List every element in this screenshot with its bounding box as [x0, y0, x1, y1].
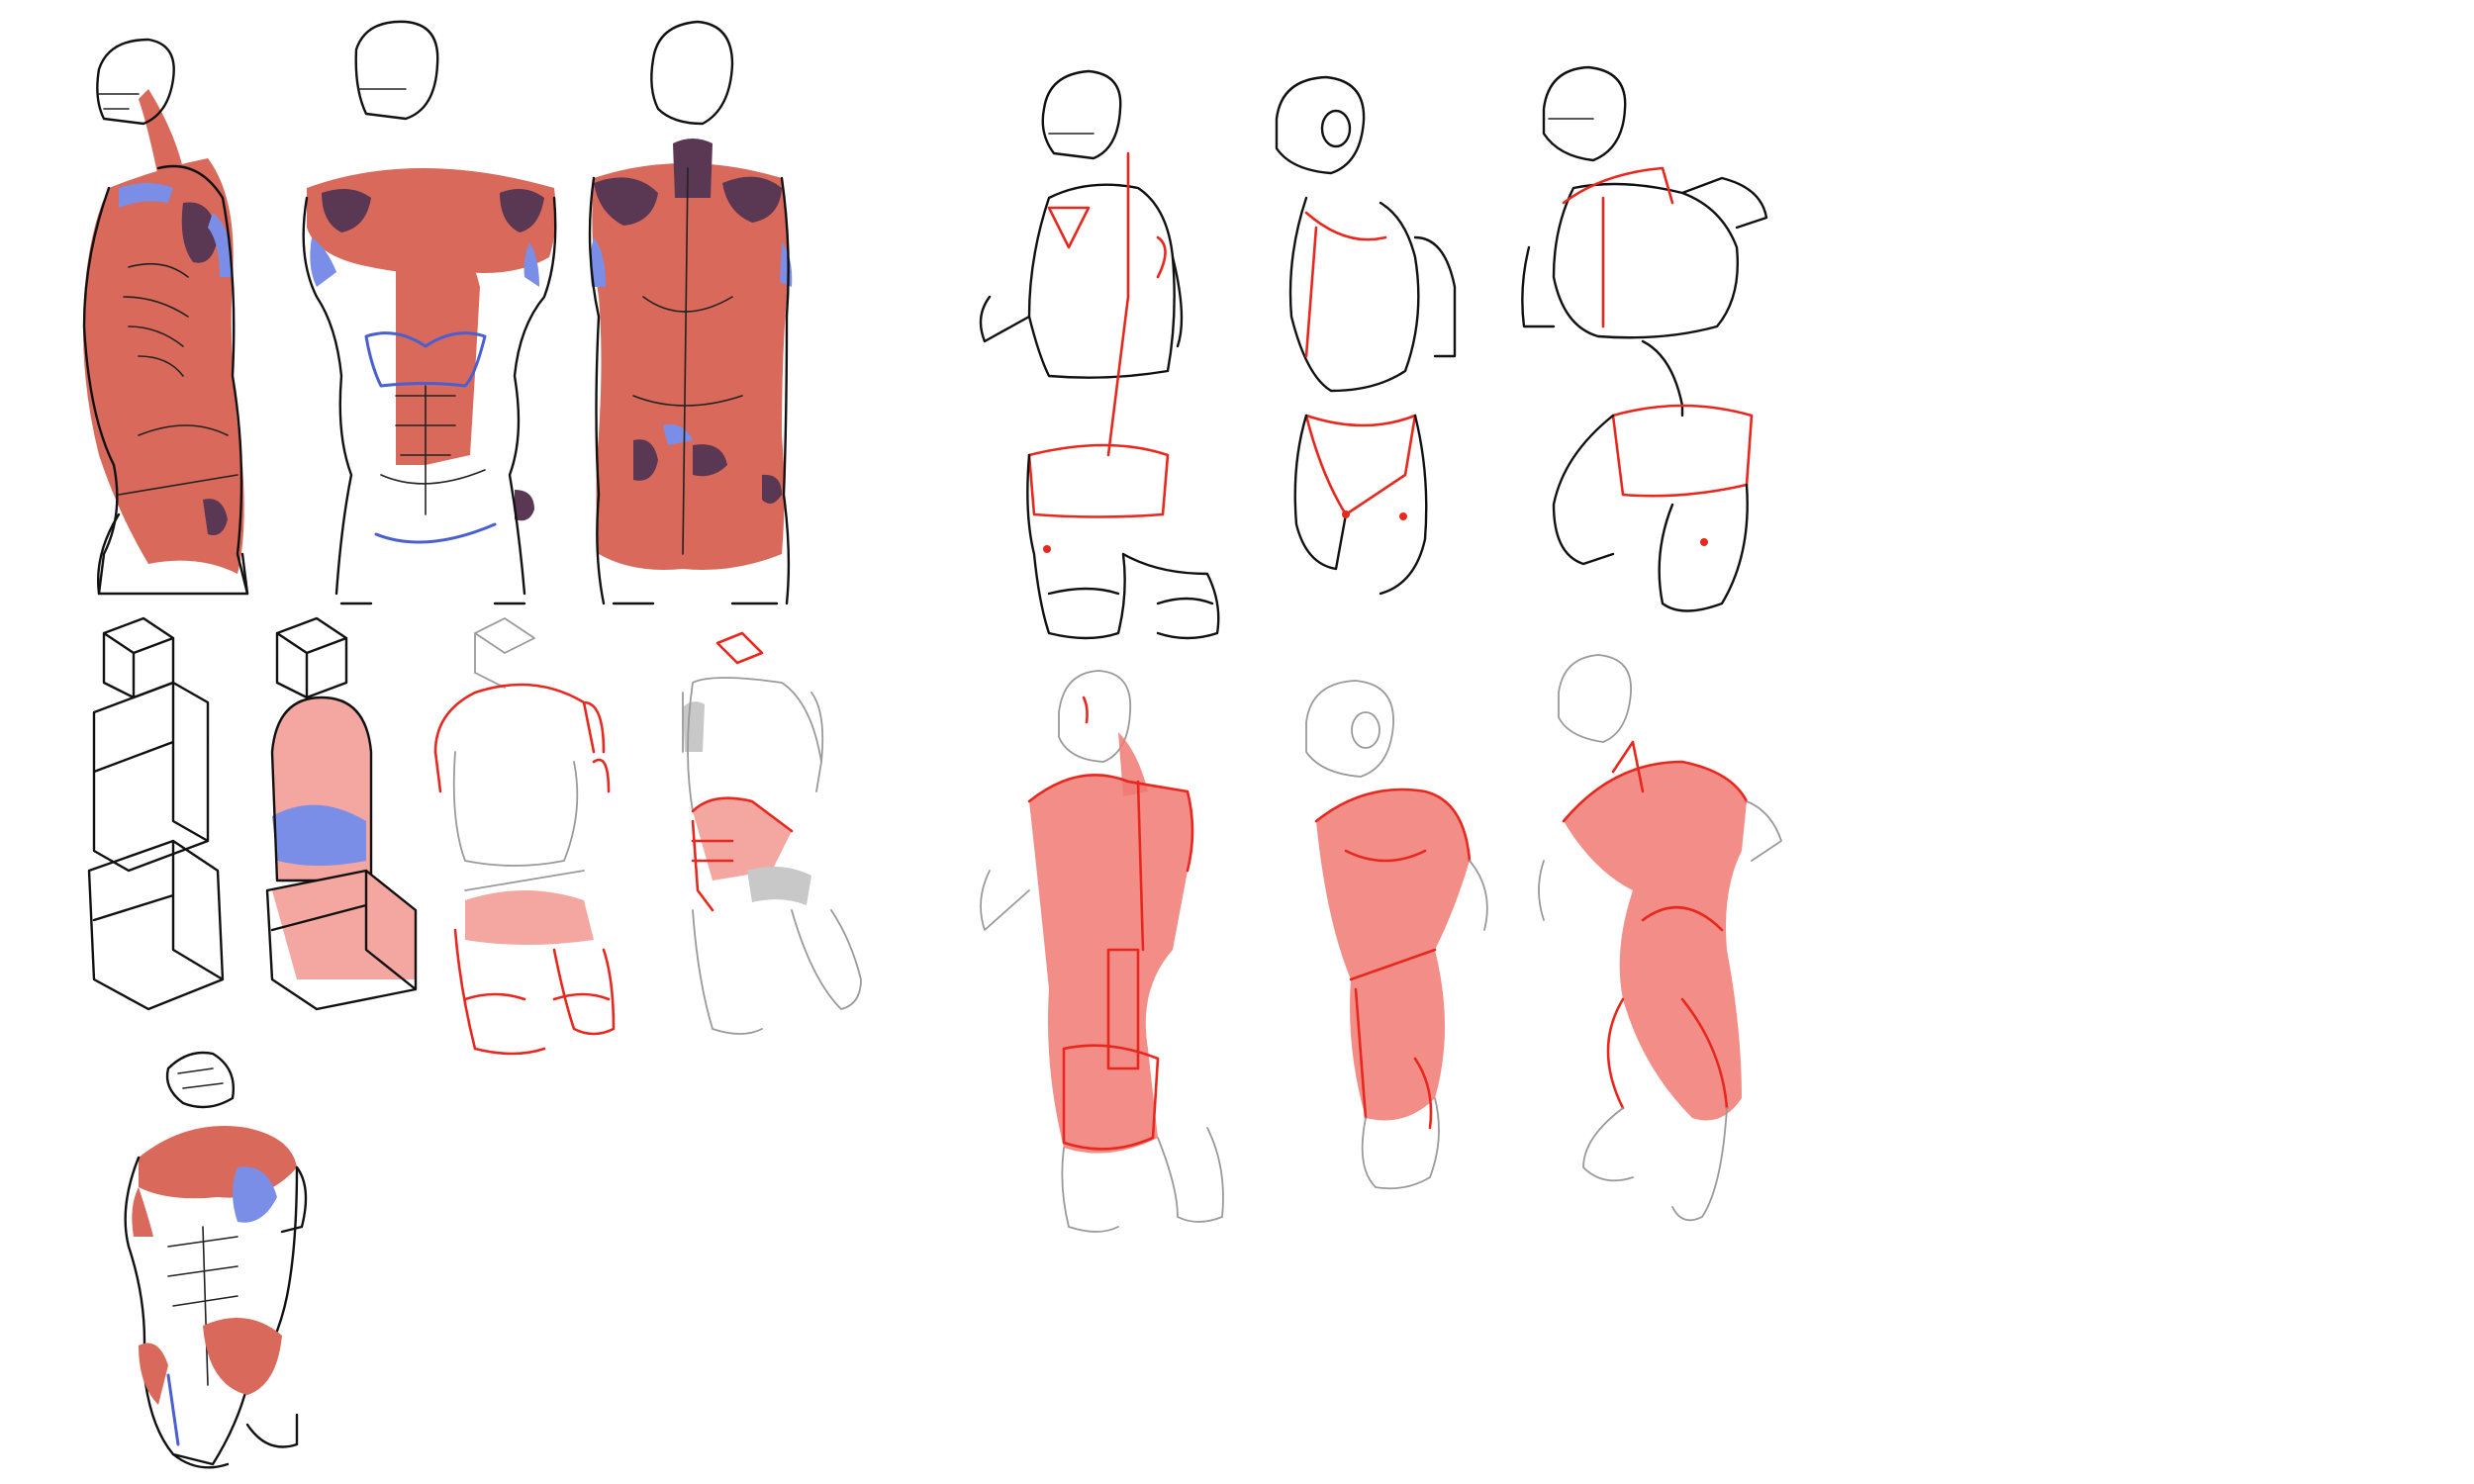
- torso-anatomy-study-drawing: [82, 20, 1782, 1469]
- box-construction-plain: [87, 616, 225, 1011]
- grey-outline-construction-figure: [682, 631, 862, 1035]
- torso-back-view-anatomy: [588, 20, 793, 605]
- box-construction-shaded: [265, 616, 418, 1011]
- red-shaded-figure-back: [980, 670, 1224, 1233]
- construction-figure-twisting: [1521, 65, 1768, 612]
- low-angle-torso-figure: [124, 1051, 308, 1469]
- torso-side-view-anatomy: [82, 38, 249, 596]
- red-shaded-figure-twisting: [1538, 654, 1782, 1222]
- sketch-canvas: [0, 0, 2474, 1484]
- torso-front-view-anatomy: [302, 20, 557, 605]
- red-outline-construction-figure: [433, 617, 616, 1056]
- construction-figure-back-turned: [979, 69, 1220, 640]
- red-shaded-figure-three-quarter: [1305, 680, 1488, 1190]
- construction-figure-three-quarter: [1275, 75, 1457, 596]
